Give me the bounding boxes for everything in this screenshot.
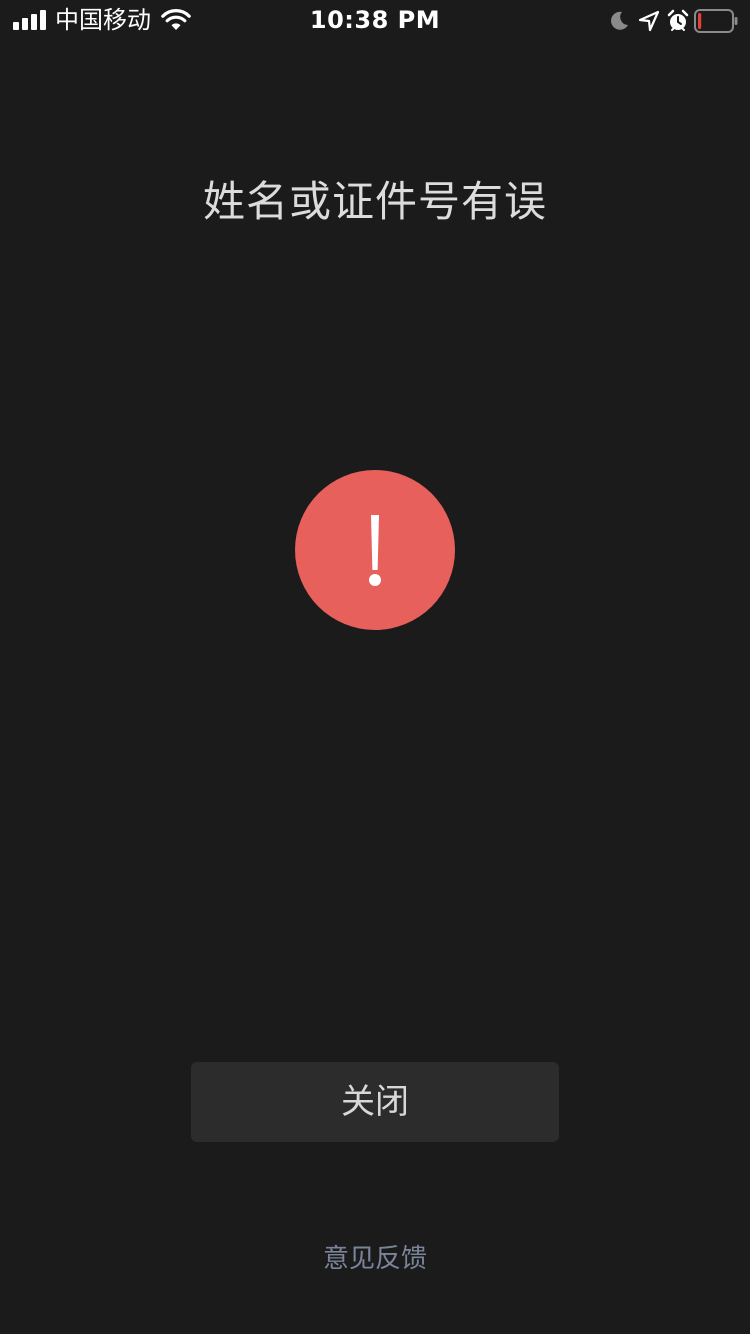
close-button[interactable]: 关闭 (191, 1062, 559, 1142)
battery-icon (694, 9, 738, 37)
feedback-link[interactable]: 意见反馈 (0, 1242, 750, 1276)
error-screen: 中国移动 10:38 PM 姓名或证件号有误 关闭 意见反馈 (0, 0, 750, 1334)
exclamation-icon (369, 515, 381, 586)
status-bar: 中国移动 10:38 PM (0, 0, 750, 40)
error-title: 姓名或证件号有误 (202, 177, 547, 226)
alarm-icon (666, 9, 690, 37)
location-arrow-icon (638, 10, 660, 36)
moon-icon (608, 10, 630, 36)
status-icons (608, 6, 738, 34)
alert-badge (295, 470, 455, 630)
